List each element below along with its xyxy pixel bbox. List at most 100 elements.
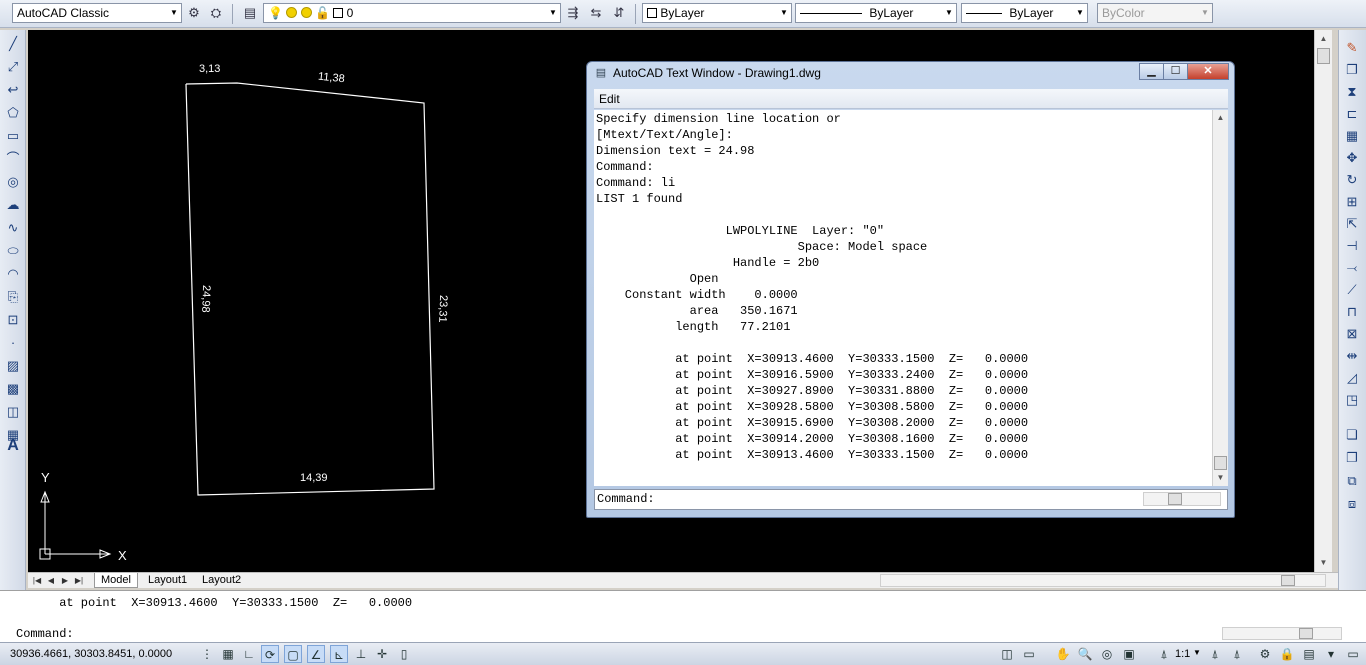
workspace-switching-icon[interactable]: ⚙	[1256, 645, 1274, 663]
annotation-scale-icon[interactable]: ⍋	[1155, 645, 1173, 663]
object-snap-tracking-icon[interactable]: ⊾	[330, 645, 348, 663]
infer-constraints-icon[interactable]: ⋮	[198, 645, 216, 663]
text-window-history[interactable]: Specify dimension line location or [Mtext…	[594, 110, 1212, 486]
scale-icon[interactable]: ⊞	[1342, 192, 1362, 212]
layer-dropdown[interactable]: 💡 🔓 0 ▼	[263, 3, 561, 23]
offset-icon[interactable]: ⊏	[1342, 104, 1362, 124]
scroll-thumb[interactable]	[1317, 48, 1330, 64]
copy-icon[interactable]: ❐	[1342, 60, 1362, 80]
region-icon[interactable]: ◫	[3, 402, 23, 422]
canvas-horizontal-scrollbar[interactable]	[880, 574, 1326, 587]
command-line-scrollbar[interactable]	[1222, 627, 1342, 640]
linetype-dropdown[interactable]: ByLayer ▼	[795, 3, 957, 23]
text-window-scrollbar[interactable]: ▲ ▼	[1212, 110, 1228, 486]
dynamic-input-icon[interactable]: ✛	[373, 645, 391, 663]
annotation-visibility-icon[interactable]: ⍋	[1206, 645, 1224, 663]
multiline-text-icon[interactable]: A	[3, 436, 23, 456]
first-tab-icon[interactable]: |◀	[31, 574, 43, 587]
steering-wheel-icon[interactable]: ◎	[1098, 645, 1116, 663]
scroll-thumb[interactable]	[1281, 575, 1295, 586]
toolbar-lock-icon[interactable]: 🔒	[1278, 645, 1296, 663]
gradient-icon[interactable]: ▩	[3, 379, 23, 399]
command-prompt[interactable]: Command:	[16, 627, 74, 641]
scroll-up-icon[interactable]: ▲	[1315, 32, 1332, 46]
break-at-point-icon[interactable]: ⟋	[1342, 280, 1362, 300]
point-icon[interactable]: ·	[3, 333, 23, 353]
minimize-button[interactable]: ▁	[1139, 63, 1164, 80]
array-icon[interactable]: ▦	[1342, 126, 1362, 146]
move-icon[interactable]: ✥	[1342, 148, 1362, 168]
revision-cloud-icon[interactable]: ☁	[3, 195, 23, 215]
model-space-icon[interactable]: ◫	[998, 645, 1016, 663]
line-icon[interactable]: ╱	[3, 34, 23, 54]
object-snap-icon[interactable]: ∠	[307, 645, 325, 663]
polar-tracking-icon[interactable]: ▢	[284, 645, 302, 663]
draworder-front-icon[interactable]: ❏	[1342, 425, 1362, 445]
menu-edit[interactable]: Edit	[599, 92, 620, 106]
tab-model[interactable]: Model	[94, 573, 138, 588]
lwpolyline-boundary[interactable]	[185, 82, 435, 496]
close-button[interactable]: ✕	[1187, 63, 1229, 80]
polygon-icon[interactable]: ⬠	[3, 103, 23, 123]
polyline-icon[interactable]: ↩	[3, 80, 23, 100]
trim-icon[interactable]: ⊣	[1342, 236, 1362, 256]
chamfer-icon[interactable]: ⇹	[1342, 346, 1362, 366]
coordinates-readout[interactable]: 30936.4661, 30303.8451, 0.0000	[10, 648, 172, 660]
chevron-down-icon[interactable]: ▼	[1193, 648, 1201, 657]
canvas-vertical-scrollbar[interactable]: ▲ ▼	[1314, 30, 1332, 572]
plotstyle-dropdown[interactable]: ByColor ▼	[1097, 3, 1213, 23]
customize-icon[interactable]: ⛭	[207, 4, 225, 22]
lineweight-dropdown[interactable]: ByLayer ▼	[961, 3, 1088, 23]
layer-previous-icon[interactable]: ⇆	[587, 4, 605, 22]
scroll-down-icon[interactable]: ▼	[1315, 556, 1332, 570]
ellipse-arc-icon[interactable]: ◠	[3, 264, 23, 284]
maximize-button[interactable]: ☐	[1163, 63, 1188, 80]
construction-line-icon[interactable]: ⤢	[3, 57, 23, 77]
ortho-mode-icon[interactable]: ⟳	[261, 645, 279, 663]
scroll-down-icon[interactable]: ▼	[1213, 471, 1228, 485]
text-window[interactable]: ▤ AutoCAD Text Window - Drawing1.dwg ▁ ☐…	[586, 61, 1235, 518]
grid-display-icon[interactable]: ∟	[240, 645, 258, 663]
zoom-icon[interactable]: 🔍	[1076, 645, 1094, 663]
hardware-acceleration-icon[interactable]: ▤	[1300, 645, 1318, 663]
annotation-scale-value[interactable]: 1:1	[1175, 648, 1190, 660]
previous-tab-icon[interactable]: ◀	[45, 574, 57, 587]
make-current-layer-icon[interactable]: ⇶	[564, 4, 582, 22]
draworder-under-icon[interactable]: ⧈	[1342, 494, 1362, 514]
dynamic-ucs-icon[interactable]: ⊥	[352, 645, 370, 663]
scroll-up-icon[interactable]: ▲	[1213, 111, 1228, 125]
auto-scale-icon[interactable]: ⍋	[1228, 645, 1246, 663]
layer-properties-icon[interactable]: ▤	[241, 4, 259, 22]
erase-icon[interactable]: ✎	[1342, 38, 1362, 58]
mirror-icon[interactable]: ⧗	[1342, 82, 1362, 102]
text-window-command-input[interactable]: Command:	[594, 489, 1228, 510]
join-icon[interactable]: ⊠	[1342, 324, 1362, 344]
spline-icon[interactable]: ∿	[3, 218, 23, 238]
extend-icon[interactable]: ⤙	[1342, 258, 1362, 278]
color-dropdown[interactable]: ByLayer ▼	[642, 3, 792, 23]
workspace-dropdown[interactable]: AutoCAD Classic ▼	[12, 3, 182, 23]
status-bar-menu-icon[interactable]: ▾	[1322, 645, 1340, 663]
arc-icon[interactable]: ⌒	[3, 149, 23, 169]
make-block-icon[interactable]: ⊡	[3, 310, 23, 330]
pan-icon[interactable]: ✋	[1054, 645, 1072, 663]
scroll-thumb[interactable]	[1168, 493, 1182, 505]
command-line-area[interactable]: at point X=30913.4600 Y=30333.1500 Z= 0.…	[0, 590, 1366, 642]
hatch-icon[interactable]: ▨	[3, 356, 23, 376]
rotate-icon[interactable]: ↻	[1342, 170, 1362, 190]
fillet-icon[interactable]: ◿	[1342, 368, 1362, 388]
layer-states-icon[interactable]: ⇵	[610, 4, 628, 22]
draworder-back-icon[interactable]: ❐	[1342, 448, 1362, 468]
text-window-command-scrollbar[interactable]	[1143, 492, 1221, 506]
circle-icon[interactable]: ◎	[3, 172, 23, 192]
scroll-thumb[interactable]	[1299, 628, 1313, 639]
last-tab-icon[interactable]: ▶|	[73, 574, 85, 587]
insert-block-icon[interactable]: ⎘	[3, 287, 23, 307]
next-tab-icon[interactable]: ▶	[59, 574, 71, 587]
explode-icon[interactable]: ◳	[1342, 390, 1362, 410]
showmotion-icon[interactable]: ▣	[1120, 645, 1138, 663]
tab-layout1[interactable]: Layout1	[142, 573, 193, 588]
snap-mode-icon[interactable]: ▦	[219, 645, 237, 663]
ellipse-icon[interactable]: ⬭	[3, 241, 23, 261]
quick-view-layouts-icon[interactable]: ▭	[1020, 645, 1038, 663]
